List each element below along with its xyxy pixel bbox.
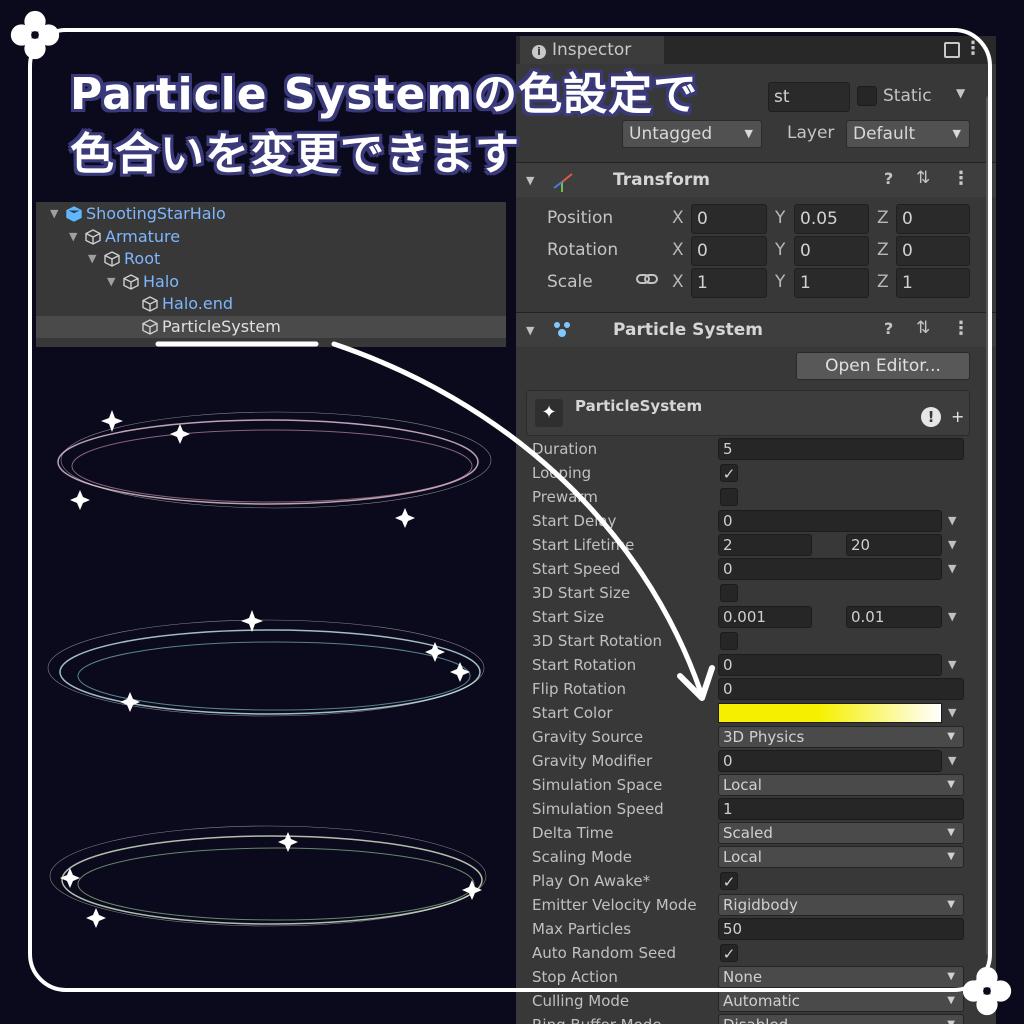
clover-icon bbox=[958, 962, 1016, 1020]
annotation-arrow bbox=[155, 341, 715, 701]
clover-icon bbox=[6, 6, 64, 64]
